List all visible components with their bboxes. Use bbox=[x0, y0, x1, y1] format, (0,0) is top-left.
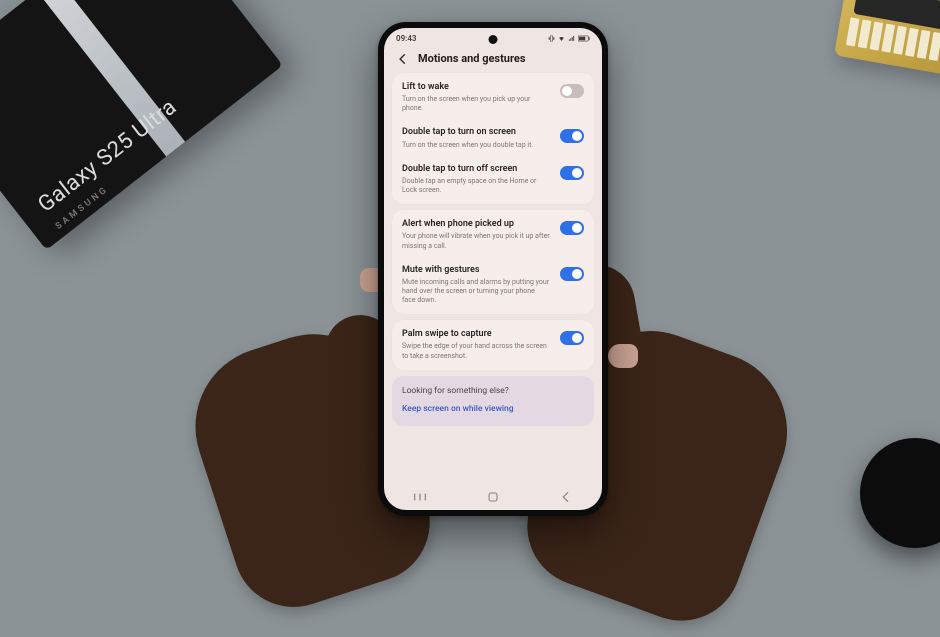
page-title: Motions and gestures bbox=[418, 52, 526, 65]
setting-palm-swipe[interactable]: Palm swipe to capture Swipe the edge of … bbox=[392, 322, 594, 367]
toggle-switch[interactable] bbox=[560, 267, 584, 281]
recents-button[interactable] bbox=[412, 489, 428, 505]
related-searches-card: Looking for something else? Keep screen … bbox=[392, 376, 594, 426]
setting-title: Lift to wake bbox=[402, 82, 550, 93]
settings-group: Lift to wake Turn on the screen when you… bbox=[392, 73, 594, 204]
settings-group: Palm swipe to capture Swipe the edge of … bbox=[392, 320, 594, 369]
product-box: Galaxy S25 Ultra SAMSUNG bbox=[0, 0, 283, 250]
setting-double-tap-on[interactable]: Double tap to turn on screen Turn on the… bbox=[392, 120, 594, 156]
setting-subtitle: Double tap an empty space on the Home or… bbox=[402, 177, 550, 195]
nav-back-button[interactable] bbox=[558, 489, 574, 505]
toggle-switch[interactable] bbox=[560, 129, 584, 143]
setting-subtitle: Swipe the edge of your hand across the s… bbox=[402, 342, 550, 360]
settings-group: Alert when phone picked up Your phone wi… bbox=[392, 210, 594, 314]
signal-icon bbox=[568, 35, 575, 42]
setting-subtitle: Your phone will vibrate when you pick it… bbox=[402, 232, 550, 250]
front-camera bbox=[489, 35, 498, 44]
finger-right bbox=[608, 344, 638, 368]
toggle-switch[interactable] bbox=[560, 84, 584, 98]
phone-frame: 09:43 Motions and gestures bbox=[378, 22, 608, 516]
setting-lift-to-wake[interactable]: Lift to wake Turn on the screen when you… bbox=[392, 75, 594, 120]
desk-object bbox=[834, 0, 940, 76]
setting-title: Alert when phone picked up bbox=[402, 219, 550, 230]
wifi-icon bbox=[558, 35, 565, 42]
status-time: 09:43 bbox=[396, 34, 416, 43]
setting-subtitle: Mute incoming calls and alarms by puttin… bbox=[402, 278, 550, 305]
footer-prompt: Looking for something else? bbox=[402, 386, 584, 396]
link-keep-screen-on[interactable]: Keep screen on while viewing bbox=[402, 404, 584, 414]
phone-screen: 09:43 Motions and gestures bbox=[384, 28, 602, 510]
desk-lens-cap bbox=[860, 438, 940, 548]
navigation-bar bbox=[384, 484, 602, 510]
setting-title: Double tap to turn on screen bbox=[402, 127, 550, 138]
setting-title: Mute with gestures bbox=[402, 265, 550, 276]
toggle-switch[interactable] bbox=[560, 166, 584, 180]
back-icon[interactable] bbox=[396, 51, 410, 65]
settings-content: Lift to wake Turn on the screen when you… bbox=[384, 73, 602, 426]
setting-alert-picked-up[interactable]: Alert when phone picked up Your phone wi… bbox=[392, 212, 594, 257]
setting-subtitle: Turn on the screen when you double tap i… bbox=[402, 141, 550, 150]
home-button[interactable] bbox=[485, 489, 501, 505]
toggle-switch[interactable] bbox=[560, 331, 584, 345]
setting-double-tap-off[interactable]: Double tap to turn off screen Double tap… bbox=[392, 157, 594, 202]
setting-title: Palm swipe to capture bbox=[402, 329, 550, 340]
status-icons bbox=[548, 35, 590, 42]
setting-title: Double tap to turn off screen bbox=[402, 164, 550, 175]
setting-mute-gestures[interactable]: Mute with gestures Mute incoming calls a… bbox=[392, 258, 594, 313]
vibrate-icon bbox=[548, 35, 555, 42]
page-header: Motions and gestures bbox=[384, 45, 602, 73]
battery-icon bbox=[578, 35, 590, 42]
setting-subtitle: Turn on the screen when you pick up your… bbox=[402, 95, 550, 113]
toggle-switch[interactable] bbox=[560, 221, 584, 235]
product-name-text: Galaxy S25 Ultra bbox=[34, 94, 182, 217]
